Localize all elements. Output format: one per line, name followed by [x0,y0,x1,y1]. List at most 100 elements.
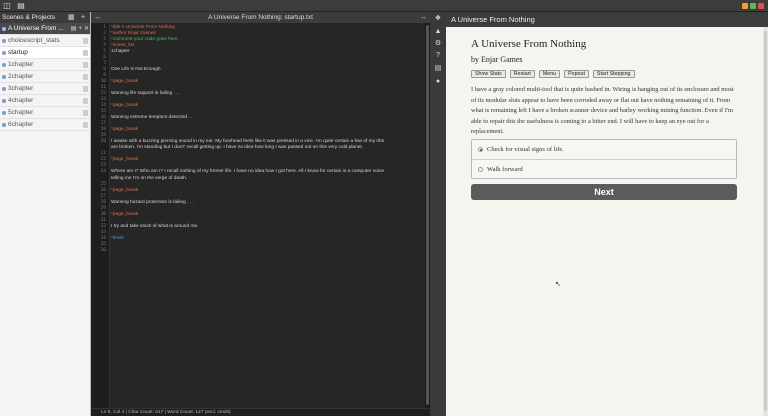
editor-title: A Universe From Nothing: startup.txt [208,14,313,21]
arrows-icon[interactable]: ↔ [94,12,101,23]
editor-scroll-thumb[interactable] [426,25,429,405]
scene-dot-icon [2,87,6,91]
code-line[interactable]: *author Enjar Games [111,31,156,36]
radio-button[interactable] [478,147,483,152]
line-number: 30 [100,211,106,217]
scene-file-icon[interactable] [83,38,88,44]
scene-file-icon[interactable] [83,110,88,116]
gear-icon[interactable]: ⚙ [434,40,442,48]
code-line[interactable]: telling me I'm on the verge of death. [111,176,187,181]
game-icon[interactable]: ❖ [434,15,442,23]
next-button[interactable]: Next [471,184,737,200]
show-stats-button[interactable]: Show Stats [471,70,506,78]
scene-item-3chapter[interactable]: 3chapter [0,83,90,95]
code-line[interactable]: Where am I? Who am I? I recall nothing o… [111,169,384,174]
scene-file-icon[interactable] [83,98,88,104]
menu-button[interactable]: Menu [538,70,561,78]
line-number: 17 [100,121,106,127]
choice-option[interactable]: Check for visual signs of life. [472,140,736,159]
folder-icon[interactable]: ▦ [68,13,75,22]
popout-button[interactable]: Popout [564,70,589,78]
scene-list: choicescript_statsstartup 1chapter 2chapte… [0,35,90,131]
scene-dot-icon [2,51,6,55]
help-icon[interactable]: ? [434,52,442,60]
project-file-icon[interactable]: ▤ [71,26,77,32]
scene-file-icon[interactable] [83,50,88,56]
line-number: 36 [100,247,106,253]
code-line[interactable]: *page_break [111,127,138,132]
code-area[interactable]: *title A Universe From Nothing *author En… [111,23,426,409]
line-number: 15 [100,109,106,115]
close-button[interactable] [758,3,764,9]
game-scrollbar[interactable] [763,27,768,416]
scene-file-icon[interactable] [83,62,88,68]
scene-file-icon[interactable] [83,86,88,92]
code-line[interactable]: I awake with a buzzing piercing sound in… [111,139,384,144]
code-line[interactable]: *title A Universe From Nothing [111,25,175,30]
scene-item-4chapter[interactable]: 4chapter [0,95,90,107]
code-line[interactable]: *scene_list [111,43,134,48]
book-icon[interactable]: ▤ [434,65,442,73]
minimize-button[interactable] [742,3,748,9]
scene-item-choicescript-stats[interactable]: choicescript_stats [0,35,90,47]
code-line[interactable]: Warning life support is failing . . . [111,91,180,96]
scene-item-6chapter[interactable]: 6chapter [0,119,90,131]
code-line[interactable]: *page_break [111,157,138,162]
mouse-cursor-icon: ↖ [555,281,561,288]
sidebar-header: Scenes & Projects ▦ + [0,12,90,23]
restart-button[interactable]: Restart [509,70,535,78]
arrows-icon-right[interactable]: ↔ [420,12,427,23]
choice-option[interactable]: Walk forward [472,159,736,178]
add-icon[interactable]: + [81,13,85,22]
top-bar: ◫ ▤ [0,0,768,12]
code-line[interactable]: *page_break [111,188,138,193]
code-line[interactable]: *page_break [111,79,138,84]
scene-file-icon[interactable] [83,122,88,128]
bulb-icon[interactable]: ● [434,78,442,86]
scene-label: choicescript_stats [8,37,60,44]
scene-label: 1chapter [8,61,34,68]
code-line[interactable]: *finish [111,236,124,241]
code-line[interactable]: One Life is Not Enough [111,67,161,72]
story-text: I have a gray colored multi-tool that is… [471,86,734,135]
scenes-sidebar: Scenes & Projects ▦ + A Universe From ..… [0,12,91,416]
scene-item-2chapter[interactable]: 2chapter [0,71,90,83]
scene-file-icon[interactable] [83,74,88,80]
line-number: 24 [100,169,106,175]
scene-label: 2chapter [8,73,34,80]
project-add-icon[interactable]: + [78,26,82,32]
code-line[interactable]: *page_break [111,103,138,108]
line-number: 22 [100,157,106,163]
folder-open-icon[interactable]: ◫ [3,2,11,10]
line-number: 21 [100,151,106,157]
line-number: 7 [103,61,106,67]
warning-icon[interactable]: ▲ [434,28,442,36]
maximize-button[interactable] [750,3,756,9]
code-line[interactable]: Warning extreme tempters detected . . . [111,115,195,120]
line-number: 4 [103,43,106,49]
line-number: 34 [100,235,106,241]
editor-header: ↔ A Universe From Nothing: startup.txt ↔ [91,12,430,23]
project-close-icon[interactable]: ✕ [84,26,89,32]
game-header-title: A Universe From Nothing [451,15,535,24]
line-number: 31 [100,217,106,223]
scene-item-5chapter[interactable]: 5chapter [0,107,90,119]
code-line[interactable]: *page_break [111,212,138,217]
game-scroll-thumb[interactable] [764,31,767,411]
project-row[interactable]: A Universe From ... ▤ + ✕ [0,23,90,35]
scene-item-1chapter[interactable]: 1chapter [0,59,90,71]
document-icon[interactable]: ▤ [17,2,25,10]
radio-button[interactable] [478,167,483,172]
line-number: 10 [100,79,106,85]
code-line[interactable]: Warning hazard protection is failing . .… [111,200,194,205]
start-stepping-button[interactable]: Start Stepping [592,70,635,78]
scene-dot-icon [2,63,6,67]
code-line[interactable]: are broken. I'm standing but I don't' re… [111,145,363,150]
scene-label: 6chapter [8,121,34,128]
code-line[interactable]: I try and take stock of what is around m… [111,224,198,229]
code-line[interactable]: 1chapter [111,49,130,54]
scene-item-startup[interactable]: startup [0,47,90,59]
code-line[interactable]: *comment your code goes here [111,37,178,42]
scene-label: 4chapter [8,97,34,104]
project-name: A Universe From ... [8,25,64,32]
